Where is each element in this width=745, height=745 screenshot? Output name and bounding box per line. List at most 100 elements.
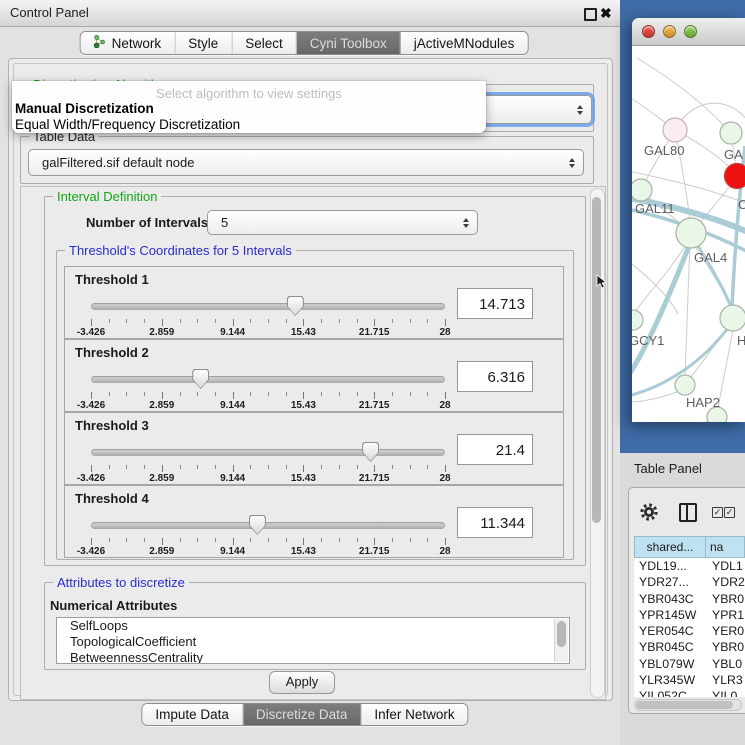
zoom-traffic-light-icon[interactable] bbox=[684, 25, 697, 38]
attribute-list-item[interactable]: BetweennessCentrality bbox=[57, 650, 569, 664]
cell-name: YER0 bbox=[708, 623, 744, 639]
number-of-intervals-combobox[interactable]: 5 bbox=[207, 210, 478, 235]
slider-track[interactable] bbox=[91, 303, 445, 310]
tick-mark bbox=[303, 319, 304, 326]
column-header[interactable]: shared... bbox=[634, 536, 706, 558]
combo-stepper-icon[interactable] bbox=[569, 158, 575, 168]
table-row[interactable]: YER054CYER0 bbox=[634, 623, 745, 639]
scrollbar-thumb[interactable] bbox=[557, 621, 566, 647]
gear-icon[interactable] bbox=[639, 502, 659, 522]
network-node[interactable] bbox=[720, 305, 745, 331]
columns-icon[interactable] bbox=[679, 503, 697, 522]
threshold-slider[interactable]: -3.4262.8599.14415.4321.71528 bbox=[91, 295, 445, 337]
network-node[interactable] bbox=[676, 218, 706, 248]
table-row[interactable]: YDL19...YDL1 bbox=[634, 558, 745, 574]
cell-name: YLR3 bbox=[708, 672, 743, 688]
network-node[interactable] bbox=[632, 310, 643, 330]
threshold-slider[interactable]: -3.4262.8599.14415.4321.71528 bbox=[91, 514, 445, 556]
control-panel-titlebar: Control Panel ✖ bbox=[0, 0, 620, 27]
horizontal-scrollbar[interactable] bbox=[634, 699, 742, 711]
threshold-value-field[interactable]: 6.316 bbox=[457, 361, 533, 392]
table-row[interactable]: YBR045CYBR0 bbox=[634, 639, 745, 655]
threshold-value-field[interactable]: 14.713 bbox=[457, 288, 533, 319]
network-node[interactable] bbox=[675, 375, 695, 395]
tab-style[interactable]: Style bbox=[174, 32, 231, 54]
network-node[interactable] bbox=[663, 118, 687, 142]
tick-mark bbox=[303, 392, 304, 399]
popup-option-manual-discretization[interactable]: Manual Discretization bbox=[15, 101, 154, 116]
table-row[interactable]: YLR345WYLR3 bbox=[634, 672, 745, 688]
tick-label: 21.715 bbox=[359, 400, 390, 411]
control-panel: Control Panel ✖ Network Style SelectCyni T… bbox=[0, 0, 620, 745]
tick-label: 2.859 bbox=[149, 473, 174, 484]
tick-mark bbox=[286, 538, 287, 542]
minimize-traffic-light-icon[interactable] bbox=[663, 25, 676, 38]
slider-thumb[interactable] bbox=[192, 369, 209, 389]
close-icon[interactable]: ✖ bbox=[600, 4, 612, 22]
checkbox-icon[interactable]: ✓ bbox=[712, 507, 723, 518]
tab-cyni-toolbox[interactable]: Cyni Toolbox bbox=[296, 32, 400, 54]
slider-thumb[interactable] bbox=[287, 296, 304, 316]
tab-jactivemnodules[interactable]: jActiveMNodules bbox=[400, 32, 528, 54]
slider-thumb[interactable] bbox=[249, 515, 266, 535]
attribute-list-item[interactable]: TopologicalCoefficient bbox=[57, 634, 569, 650]
tick-label: 9.144 bbox=[220, 546, 245, 557]
cyni-mode-tab-bar: Impute DataDiscretize Data Infer Network bbox=[141, 703, 468, 726]
threshold-value-field[interactable]: 11.344 bbox=[457, 507, 533, 538]
tick-mark bbox=[321, 538, 322, 542]
table-row[interactable]: YPR145WYPR1 bbox=[634, 607, 745, 623]
tick-mark bbox=[392, 465, 393, 469]
tick-label: 21.715 bbox=[359, 327, 390, 338]
threshold-value-field[interactable]: 21.4 bbox=[457, 434, 533, 465]
slider-track[interactable] bbox=[91, 449, 445, 456]
panel-tab-bar: Network Style SelectCyni ToolboxjActiveMNo… bbox=[80, 31, 529, 55]
table-row[interactable]: YBR043CYBR0 bbox=[634, 591, 745, 607]
number-of-intervals-label: Number of Intervals bbox=[86, 215, 208, 230]
checkbox-icon[interactable]: ✓ bbox=[724, 507, 735, 518]
threshold-slider[interactable]: -3.4262.8599.14415.4321.71528 bbox=[91, 441, 445, 483]
network-node-label: C bbox=[738, 197, 745, 212]
combo-stepper-icon[interactable] bbox=[577, 105, 583, 115]
network-node-selected[interactable] bbox=[725, 164, 745, 189]
combo-stepper-icon[interactable] bbox=[463, 218, 469, 228]
tab-network[interactable]: Network bbox=[81, 32, 175, 54]
tick-mark bbox=[126, 538, 127, 542]
network-canvas[interactable]: GAL80GACGAL11GAL4GCY1HHAP2 bbox=[632, 46, 745, 422]
tab-impute-data[interactable]: Impute Data bbox=[142, 704, 242, 725]
scrollbar-thumb[interactable] bbox=[592, 197, 601, 523]
apply-button[interactable]: Apply bbox=[269, 671, 335, 694]
slider-track[interactable] bbox=[91, 522, 445, 529]
tab-select[interactable]: Select bbox=[231, 32, 296, 54]
tab-infer-network[interactable]: Infer Network bbox=[360, 704, 467, 725]
tick-mark bbox=[162, 319, 163, 326]
tick-mark bbox=[91, 465, 92, 472]
table-row[interactable]: YDR27...YDR2 bbox=[634, 574, 745, 590]
close-traffic-light-icon[interactable] bbox=[642, 25, 655, 38]
tick-mark bbox=[197, 538, 198, 542]
tick-label: -3.426 bbox=[77, 327, 105, 338]
vertical-scrollbar[interactable] bbox=[590, 188, 605, 698]
network-node[interactable] bbox=[720, 122, 742, 144]
table-row[interactable]: YIL052CYIL0 bbox=[634, 688, 745, 697]
network-node[interactable] bbox=[632, 179, 652, 201]
popup-option-equal-width[interactable]: Equal Width/Frequency Discretization bbox=[15, 117, 240, 132]
numerical-attributes-list[interactable]: SelfLoopsTopologicalCoefficientBetweenne… bbox=[56, 617, 570, 664]
column-header[interactable]: na bbox=[706, 536, 745, 558]
tab-label: Infer Network bbox=[374, 707, 454, 722]
tab-discretize-data[interactable]: Discretize Data bbox=[242, 704, 361, 725]
tab-label: Style bbox=[188, 36, 218, 51]
tick-mark bbox=[339, 538, 340, 542]
slider-track[interactable] bbox=[91, 376, 445, 383]
slider-thumb[interactable] bbox=[362, 442, 379, 462]
threshold-slider[interactable]: -3.4262.8599.14415.4321.71528 bbox=[91, 368, 445, 410]
tick-mark bbox=[109, 319, 110, 323]
scrollbar-thumb[interactable] bbox=[636, 701, 733, 709]
tick-mark bbox=[357, 465, 358, 469]
attribute-list-item[interactable]: SelfLoops bbox=[57, 618, 569, 634]
tick-label: -3.426 bbox=[77, 400, 105, 411]
table-data-combobox[interactable]: galFiltered.sif default node bbox=[28, 149, 584, 176]
list-scrollbar[interactable] bbox=[554, 619, 568, 662]
tick-label: -3.426 bbox=[77, 473, 105, 484]
float-window-icon[interactable] bbox=[584, 8, 597, 21]
table-row[interactable]: YBL079WYBL0 bbox=[634, 656, 745, 672]
